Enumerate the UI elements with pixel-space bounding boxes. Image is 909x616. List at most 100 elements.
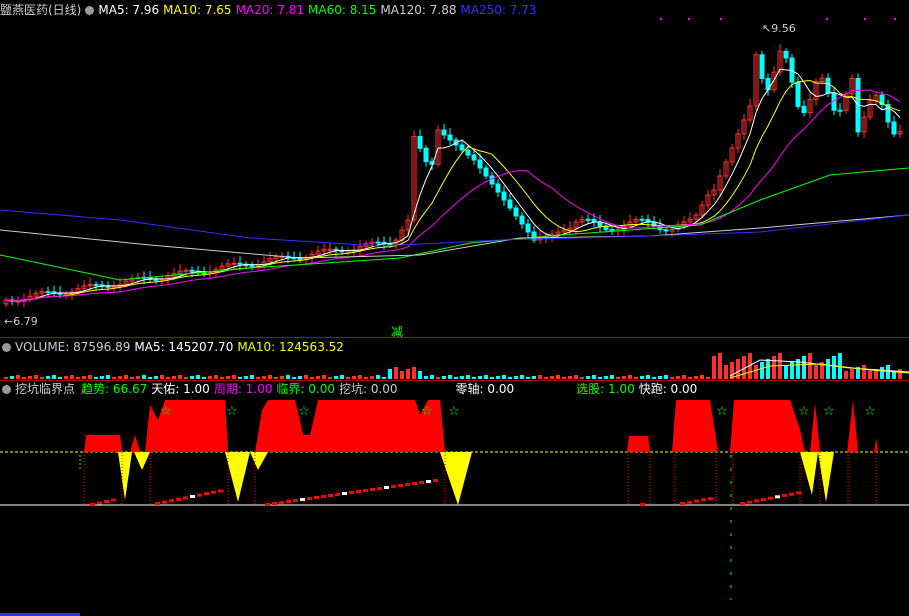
volume-bar [118,376,122,379]
volume-bar [226,376,230,379]
volume-bar [202,377,206,379]
chart-canvas[interactable]: ☆ ☆ ☆ ☆ ☆ ☆ ☆ ☆ ☆ [0,0,909,616]
volume-bar [394,367,398,379]
candle-body [249,265,255,268]
volume-bar [46,376,50,379]
candle-body [597,221,603,227]
ladder-bar [768,496,773,500]
ladder-bar [708,497,713,501]
volume-bar [322,375,326,379]
top-marker-dot [826,18,828,20]
select-star-icon: ☆ [798,404,810,419]
volume-bar [772,356,776,379]
candle-body [759,54,765,79]
main-indicator-4: MA120: 7.88 [380,3,457,17]
ladder-bar [335,493,340,496]
volume-bar [94,377,98,379]
ladder-bar [328,494,333,497]
volume-bar [178,375,182,379]
dig-yellow-area [118,452,132,500]
volume-header: VOLUME: 87596.89 MA5: 145207.70 MA10: 1245… [0,339,352,355]
candle-body [795,81,801,107]
ladder-bar [740,502,745,505]
ladder-bar [162,500,167,504]
ladder-bar [190,495,195,498]
ladder-bar [293,499,298,502]
top-marker-dot [864,18,866,20]
volume-bar [586,376,590,379]
main-indicator-0: MA5: 7.96 [98,3,160,17]
volume-bar [256,377,260,379]
volume-bar [154,376,158,379]
volume-bar [268,375,272,379]
indicator-settings-circle-icon[interactable] [2,385,11,394]
volume-bar [418,371,422,379]
ladder-bar [342,492,347,495]
candle-body [465,149,471,156]
volume-bar [496,376,500,379]
volume-bar [184,377,188,379]
volume-bar [112,377,116,379]
volume-bar [634,377,638,379]
volume-bar [412,367,416,379]
volume-bar [370,376,374,379]
volume-bar [316,376,320,379]
ladder-bar [356,490,361,493]
high-price-label: ↖9.56 [762,22,796,35]
ladder-bar [694,499,699,503]
candle-body [447,134,453,141]
volume-bar [694,376,698,379]
ladder-bar [796,491,801,495]
candle-body [375,241,381,244]
volume-bar [22,377,26,379]
trend-red-area [874,438,878,452]
candle-body [525,223,531,233]
ladder-bar [687,500,692,504]
volume-bar [712,356,716,379]
volume-bar [730,362,734,379]
volume-bar [124,375,128,379]
volume-bar [640,376,644,379]
ladder-bar [754,499,759,503]
volume-bar [58,377,62,379]
candle-body [891,121,897,135]
volume-settings-circle-icon[interactable] [2,343,11,352]
ladder-bar [680,502,685,505]
panel-divider [0,337,909,338]
candle-body [459,144,465,151]
ladder-bar [218,489,223,493]
volume-bar [280,376,284,379]
candle-body [45,291,51,294]
volume-bar [250,375,254,379]
settings-circle-icon[interactable] [85,6,95,15]
candle-body [231,262,237,265]
select-star-icon: ☆ [716,404,728,419]
candle-body [63,293,69,296]
volume-bar [166,377,170,379]
candle-body [495,183,501,193]
volume-bar [436,377,440,379]
candle-body [189,269,195,272]
main-indicator-5: MA250: 7.73 [460,3,537,17]
volume-bar [688,377,692,379]
volume-bar [232,375,236,379]
ladder-bar [155,502,160,505]
ladder-bar [169,499,174,503]
volume-bar [40,377,44,379]
volume-bar [16,375,20,379]
volume-bar [448,375,452,379]
volume-bar [508,377,512,379]
volume-bar [298,376,302,379]
volume-bar [550,376,554,379]
volume-bar [10,376,14,379]
volume-bar [478,376,482,379]
volume-bar [790,362,794,379]
dig-yellow-area [800,452,818,495]
volume-bar [160,375,164,379]
candle-body [513,207,519,217]
candle-body [153,278,159,281]
volume-bar [844,371,848,379]
ladder-bar [426,480,431,483]
dig-indicator-7: 快跑: 0.00 [638,382,698,396]
main-indicator-3: MA60: 8.15 [308,3,377,17]
